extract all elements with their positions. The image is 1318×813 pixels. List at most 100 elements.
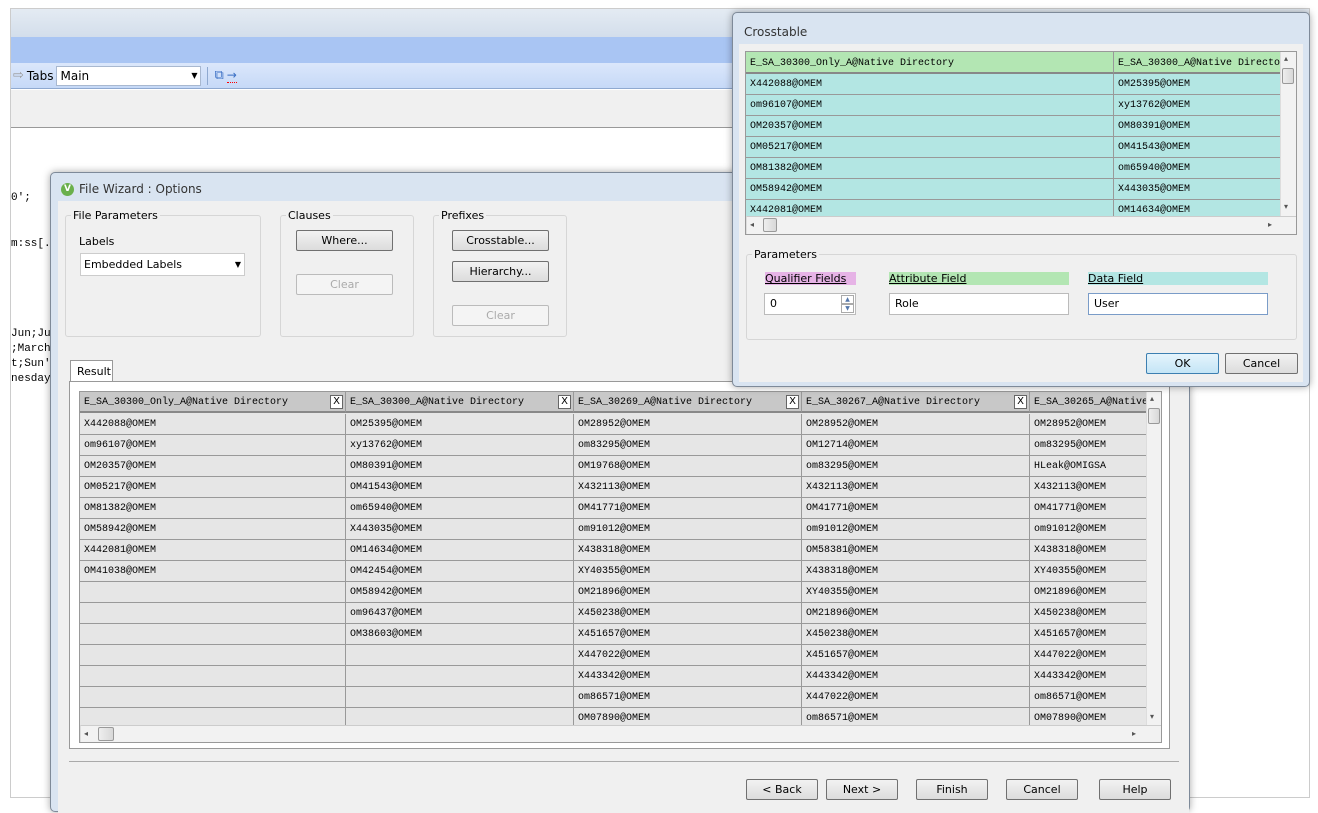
- table-cell: XY40355@OMEM: [1030, 561, 1161, 582]
- footer-divider: [69, 761, 1179, 762]
- hierarchy-icon[interactable]: ⧉: [214, 68, 223, 83]
- scrollbar-thumb[interactable]: [763, 218, 777, 232]
- tabs-icon[interactable]: ⇨: [13, 68, 24, 83]
- data-cell: OM58942@OMEM: [746, 179, 1114, 200]
- scroll-right-icon[interactable]: ▸: [1268, 220, 1272, 230]
- table-cell: om86571@OMEM: [574, 687, 802, 708]
- table-cell: OM12714@OMEM: [802, 435, 1030, 456]
- qualifier-fields-value: 0: [770, 297, 777, 310]
- table-cell: [346, 687, 574, 708]
- finish-button[interactable]: Finish: [916, 779, 988, 800]
- column-header[interactable]: E_SA_30267_A@Native Directory: [802, 392, 1030, 413]
- table-cell: OM28952@OMEM: [574, 414, 802, 435]
- crosstable-button[interactable]: Crosstable...: [452, 230, 549, 251]
- back-button[interactable]: < Back: [746, 779, 818, 800]
- next-button[interactable]: Next >: [826, 779, 898, 800]
- scrollbar-thumb[interactable]: [1148, 408, 1160, 424]
- qualifier-fields-label: Qualifier Fields: [765, 272, 856, 285]
- column-header[interactable]: E_SA_30265_A@Native Directory: [1030, 392, 1161, 413]
- table-cell: [346, 666, 574, 687]
- table-cell: OM81382@OMEM: [80, 498, 346, 519]
- stepper-down-icon[interactable]: ▼: [841, 304, 854, 313]
- table-cell: X443342@OMEM: [1030, 666, 1161, 687]
- remove-column-icon[interactable]: X: [330, 395, 343, 409]
- crosstable-cancel-button[interactable]: Cancel: [1225, 353, 1298, 374]
- tabs-select[interactable]: Main ▼: [56, 65, 202, 86]
- table-cell: X447022@OMEM: [574, 645, 802, 666]
- scrollbar-thumb[interactable]: [1282, 68, 1294, 84]
- attribute-field-input[interactable]: Role: [889, 293, 1069, 315]
- horizontal-scrollbar[interactable]: [80, 725, 1161, 742]
- data-cell: OM20357@OMEM: [746, 116, 1114, 137]
- file-parameters-label: File Parameters: [71, 209, 160, 222]
- parameters-group: Parameters Qualifier Fields Attribute Fi…: [746, 248, 1297, 340]
- prefixes-clear-button[interactable]: Clear: [452, 305, 549, 326]
- table-cell: X447022@OMEM: [1030, 645, 1161, 666]
- scroll-up-icon[interactable]: ▴: [1284, 54, 1288, 64]
- data-cell: OM05217@OMEM: [746, 137, 1114, 158]
- table-cell: [346, 645, 574, 666]
- table-cell: X447022@OMEM: [802, 687, 1030, 708]
- scroll-left-icon[interactable]: ◂: [84, 729, 88, 739]
- remove-column-icon[interactable]: X: [786, 395, 799, 409]
- table-cell: X451657@OMEM: [574, 624, 802, 645]
- help-button[interactable]: Help: [1099, 779, 1171, 800]
- table-cell: X451657@OMEM: [802, 645, 1030, 666]
- scroll-right-icon[interactable]: ▸: [1132, 729, 1136, 739]
- attribute-column-header: E_SA_30300_Only_A@Native Directory: [746, 52, 1114, 74]
- table-cell: om83295@OMEM: [574, 435, 802, 456]
- data-cell: OM80391@OMEM: [1114, 116, 1284, 137]
- attribute-column-header: E_SA_30300_A@Native Directory: [1114, 52, 1284, 74]
- labels-select[interactable]: Embedded Labels ▼: [80, 253, 245, 276]
- crosstable-body: E_SA_30300_Only_A@Native Directory E_SA_3…: [739, 44, 1303, 382]
- table-cell: X438318@OMEM: [802, 561, 1030, 582]
- scrollbar-thumb[interactable]: [98, 727, 114, 741]
- table-cell: [80, 645, 346, 666]
- clauses-clear-button[interactable]: Clear: [296, 274, 393, 295]
- vertical-scrollbar[interactable]: [1146, 392, 1161, 725]
- table-cell: OM41771@OMEM: [802, 498, 1030, 519]
- table-cell: OM14634@OMEM: [346, 540, 574, 561]
- qualifier-fields-stepper[interactable]: 0 ▲ ▼: [764, 293, 856, 315]
- remove-column-icon[interactable]: X: [558, 395, 571, 409]
- column-header[interactable]: E_SA_30300_Only_A@Native Directory: [80, 392, 346, 413]
- cancel-button[interactable]: Cancel: [1006, 779, 1078, 800]
- table-cell: OM58381@OMEM: [802, 540, 1030, 561]
- ok-button[interactable]: OK: [1146, 353, 1219, 374]
- table-cell: OM41771@OMEM: [574, 498, 802, 519]
- data-cell: OM41543@OMEM: [1114, 137, 1284, 158]
- table-cell: X443035@OMEM: [346, 519, 574, 540]
- data-cell: OM25395@OMEM: [1114, 74, 1284, 95]
- scroll-down-icon[interactable]: ▾: [1150, 712, 1154, 722]
- remove-column-icon[interactable]: X: [1014, 395, 1027, 409]
- table-cell: OM41771@OMEM: [1030, 498, 1161, 519]
- result-grid: E_SA_30300_Only_A@Native Directory X E_SA_…: [79, 391, 1162, 743]
- table-cell: X432113@OMEM: [1030, 477, 1161, 498]
- scroll-left-icon[interactable]: ◂: [750, 220, 754, 230]
- scroll-down-icon[interactable]: ▾: [1284, 202, 1288, 212]
- tab-result[interactable]: Result: [70, 360, 113, 382]
- horizontal-scrollbar[interactable]: [746, 216, 1296, 234]
- parameters-label: Parameters: [752, 248, 819, 261]
- table-cell: OM80391@OMEM: [346, 456, 574, 477]
- table-cell: om96437@OMEM: [346, 603, 574, 624]
- data-field-input[interactable]: User: [1088, 293, 1268, 315]
- qualifier-fields-text: Qualifier Fields: [765, 272, 847, 285]
- code-line: t;Sun': [11, 358, 51, 370]
- crosstable-dialog: Crosstable E_SA_30300_Only_A@Native Dire…: [732, 12, 1310, 387]
- where-button[interactable]: Where...: [296, 230, 393, 251]
- table-cell: om83295@OMEM: [1030, 435, 1161, 456]
- scroll-up-icon[interactable]: ▴: [1150, 394, 1154, 404]
- table-cell: XY40355@OMEM: [574, 561, 802, 582]
- code-line: nesday: [11, 373, 51, 385]
- column-header[interactable]: E_SA_30300_A@Native Directory: [346, 392, 574, 413]
- table-cell: X432113@OMEM: [802, 477, 1030, 498]
- labels-select-value: Embedded Labels: [84, 258, 183, 271]
- table-cell: [80, 603, 346, 624]
- column-header[interactable]: E_SA_30269_A@Native Directory: [574, 392, 802, 413]
- arrow-right-icon[interactable]: →: [226, 68, 237, 83]
- table-cell: X438318@OMEM: [574, 540, 802, 561]
- table-cell: HLeak@OMIGSA: [1030, 456, 1161, 477]
- stepper-up-icon[interactable]: ▲: [841, 295, 854, 304]
- hierarchy-button[interactable]: Hierarchy...: [452, 261, 549, 282]
